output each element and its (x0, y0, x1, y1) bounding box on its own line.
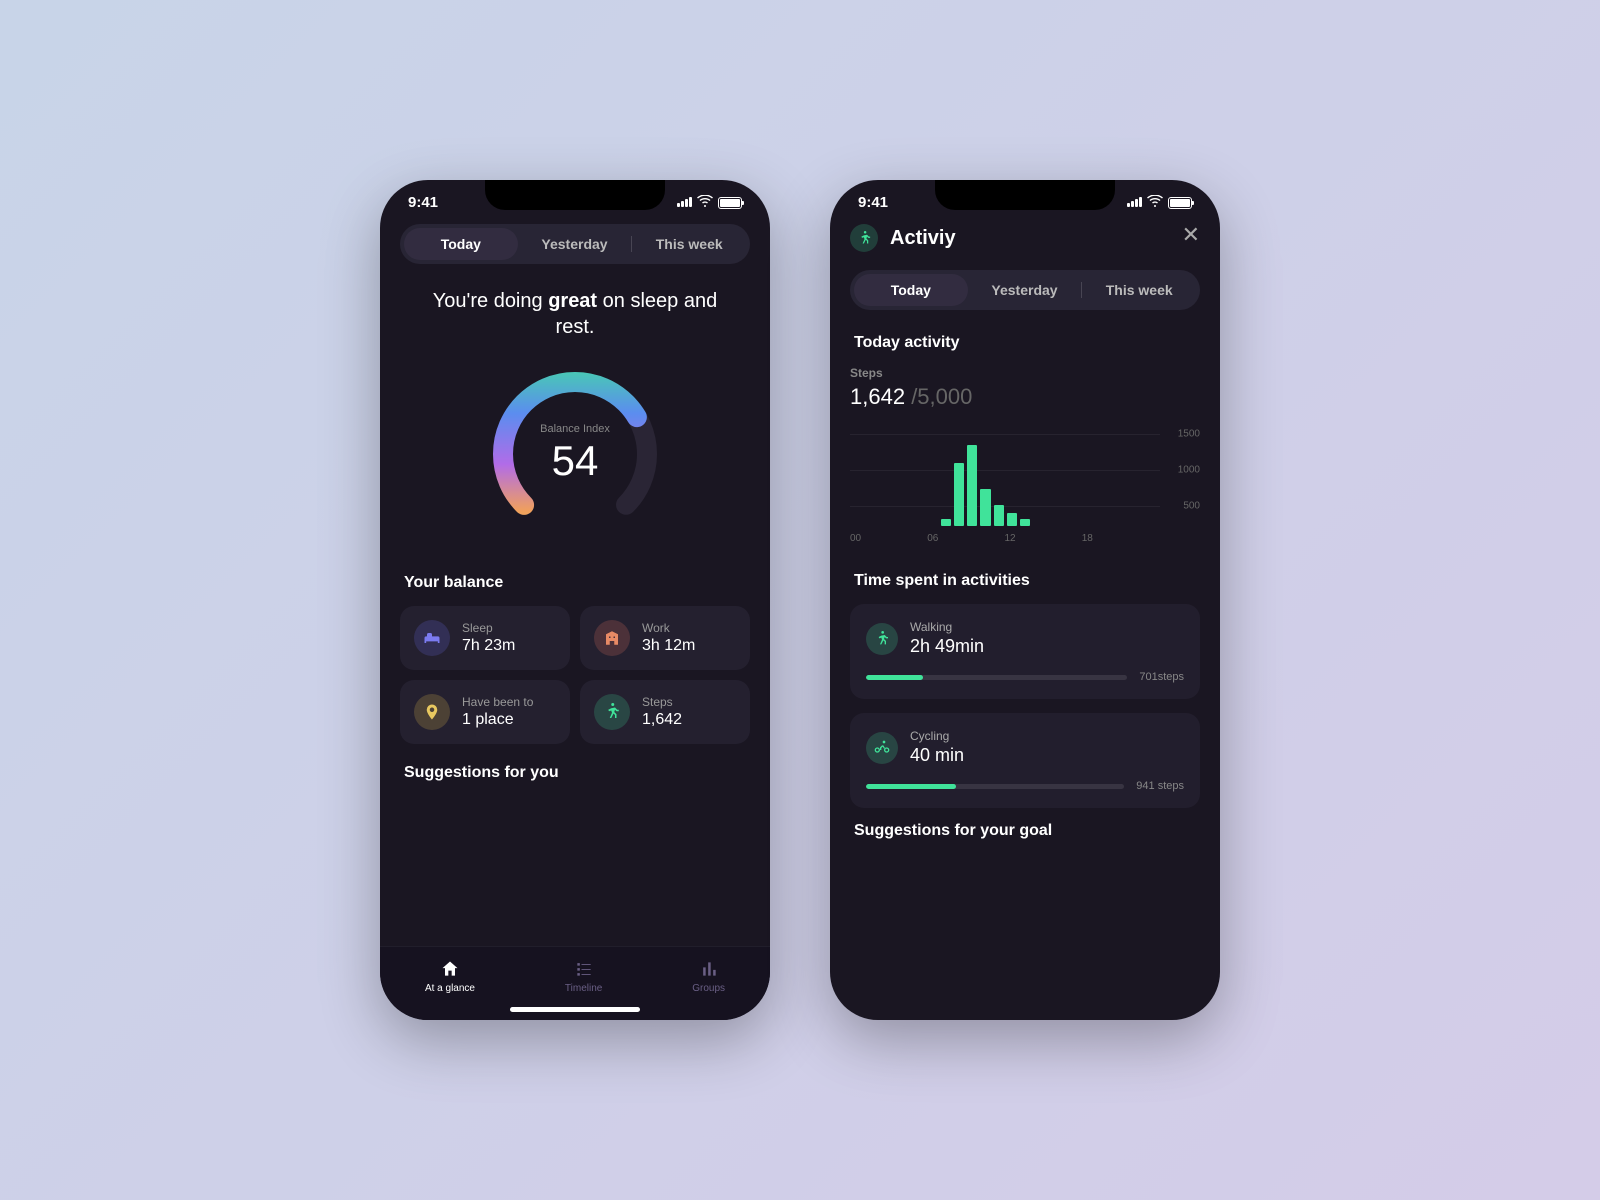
phone-overview: 9:41 Today Yesterday This week You're do… (380, 180, 770, 1020)
notch (935, 180, 1115, 210)
pin-icon (414, 694, 450, 730)
card-work[interactable]: Work 3h 12m (580, 606, 750, 670)
battery-icon (718, 197, 742, 209)
headline-pre: You're doing (433, 290, 548, 312)
list-icon (574, 959, 594, 979)
steps-value: 1,642 (850, 384, 905, 409)
close-button[interactable]: ✕ (1182, 222, 1200, 248)
home-indicator[interactable] (510, 1007, 640, 1012)
tab-today[interactable]: Today (854, 274, 968, 306)
card-places-value: 1 place (462, 711, 533, 729)
card-sleep[interactable]: Sleep 7h 23m (400, 606, 570, 670)
bed-icon (414, 620, 450, 656)
chart-bar (941, 519, 951, 526)
card-places-label: Have been to (462, 695, 533, 709)
card-steps-value: 1,642 (642, 711, 682, 729)
y-tick: 1500 (1178, 428, 1200, 439)
card-work-label: Work (642, 621, 695, 635)
notch (485, 180, 665, 210)
tab-timeline-label: Timeline (565, 983, 602, 994)
status-time: 9:41 (858, 194, 888, 211)
activity-walking[interactable]: Walking 2h 49min 701steps (850, 604, 1200, 699)
activity-cycling[interactable]: Cycling 40 min 941 steps (850, 713, 1200, 808)
card-places[interactable]: Have been to 1 place (400, 680, 570, 744)
tab-this-week[interactable]: This week (1082, 274, 1196, 306)
card-work-value: 3h 12m (642, 637, 695, 655)
phone-activity-detail: 9:41 Activiy ✕ Today Yesterday This week… (830, 180, 1220, 1020)
steps-metric: Steps 1,642 /5,000 (850, 366, 1200, 410)
bar-chart-icon (699, 959, 719, 979)
gauge-label: Balance Index (540, 423, 610, 435)
wifi-icon (697, 194, 713, 211)
walking-label: Walking (910, 620, 984, 634)
chart-bar (1007, 513, 1017, 526)
section-time-spent: Time spent in activities (854, 572, 1200, 590)
card-steps[interactable]: Steps 1,642 (580, 680, 750, 744)
tab-yesterday[interactable]: Yesterday (968, 274, 1082, 306)
detail-header: Activiy ✕ (850, 224, 1200, 252)
steps-goal: /5,000 (911, 384, 972, 409)
running-icon (594, 694, 630, 730)
chart-bar (1020, 519, 1030, 526)
cycling-value: 40 min (910, 745, 964, 766)
cellular-icon (1126, 194, 1142, 211)
tab-this-week[interactable]: This week (632, 228, 746, 260)
tab-glance-label: At a glance (425, 983, 475, 994)
tab-at-a-glance[interactable]: At a glance (425, 959, 475, 994)
tab-timeline[interactable]: Timeline (565, 959, 602, 994)
y-tick: 500 (1183, 500, 1200, 511)
building-icon (594, 620, 630, 656)
steps-label: Steps (850, 366, 1200, 380)
section-today-activity: Today activity (854, 334, 1200, 352)
card-steps-label: Steps (642, 695, 682, 709)
tab-groups-label: Groups (692, 983, 725, 994)
cycling-caption: 941 steps (1136, 780, 1184, 792)
page-title: Activiy (890, 227, 956, 250)
walking-progress (866, 675, 1127, 680)
status-time: 9:41 (408, 194, 438, 211)
tab-today[interactable]: Today (404, 228, 518, 260)
walking-caption: 701steps (1139, 671, 1184, 683)
period-segmented: Today Yesterday This week (850, 270, 1200, 310)
chart-bar (980, 489, 990, 526)
gauge-value: 54 (540, 437, 610, 485)
headline-strong: great (548, 290, 597, 312)
walking-value: 2h 49min (910, 636, 984, 657)
card-sleep-value: 7h 23m (462, 637, 515, 655)
period-segmented: Today Yesterday This week (400, 224, 750, 264)
x-tick: 00 (850, 533, 861, 544)
cellular-icon (676, 194, 692, 211)
home-icon (440, 959, 460, 979)
tab-yesterday[interactable]: Yesterday (518, 228, 632, 260)
chart-bar (994, 505, 1004, 526)
chart-bar (967, 445, 977, 526)
battery-icon (1168, 197, 1192, 209)
cycling-icon (866, 732, 898, 764)
section-suggestions-goal: Suggestions for your goal (854, 822, 1200, 840)
wifi-icon (1147, 194, 1163, 211)
x-tick: 06 (927, 533, 938, 544)
chart-bar (954, 463, 964, 526)
activity-icon (850, 224, 878, 252)
steps-hourly-chart: 1500 1000 500 00 06 12 18 (850, 424, 1200, 544)
y-tick: 1000 (1178, 464, 1200, 475)
x-tick: 12 (1005, 533, 1016, 544)
section-suggestions: Suggestions for you (404, 764, 750, 782)
cycling-label: Cycling (910, 729, 964, 743)
card-sleep-label: Sleep (462, 621, 515, 635)
tab-groups[interactable]: Groups (692, 959, 725, 994)
walking-icon (866, 623, 898, 655)
balance-gauge: Balance Index 54 (485, 364, 665, 544)
x-tick: 18 (1082, 533, 1093, 544)
cycling-progress (866, 784, 1124, 789)
